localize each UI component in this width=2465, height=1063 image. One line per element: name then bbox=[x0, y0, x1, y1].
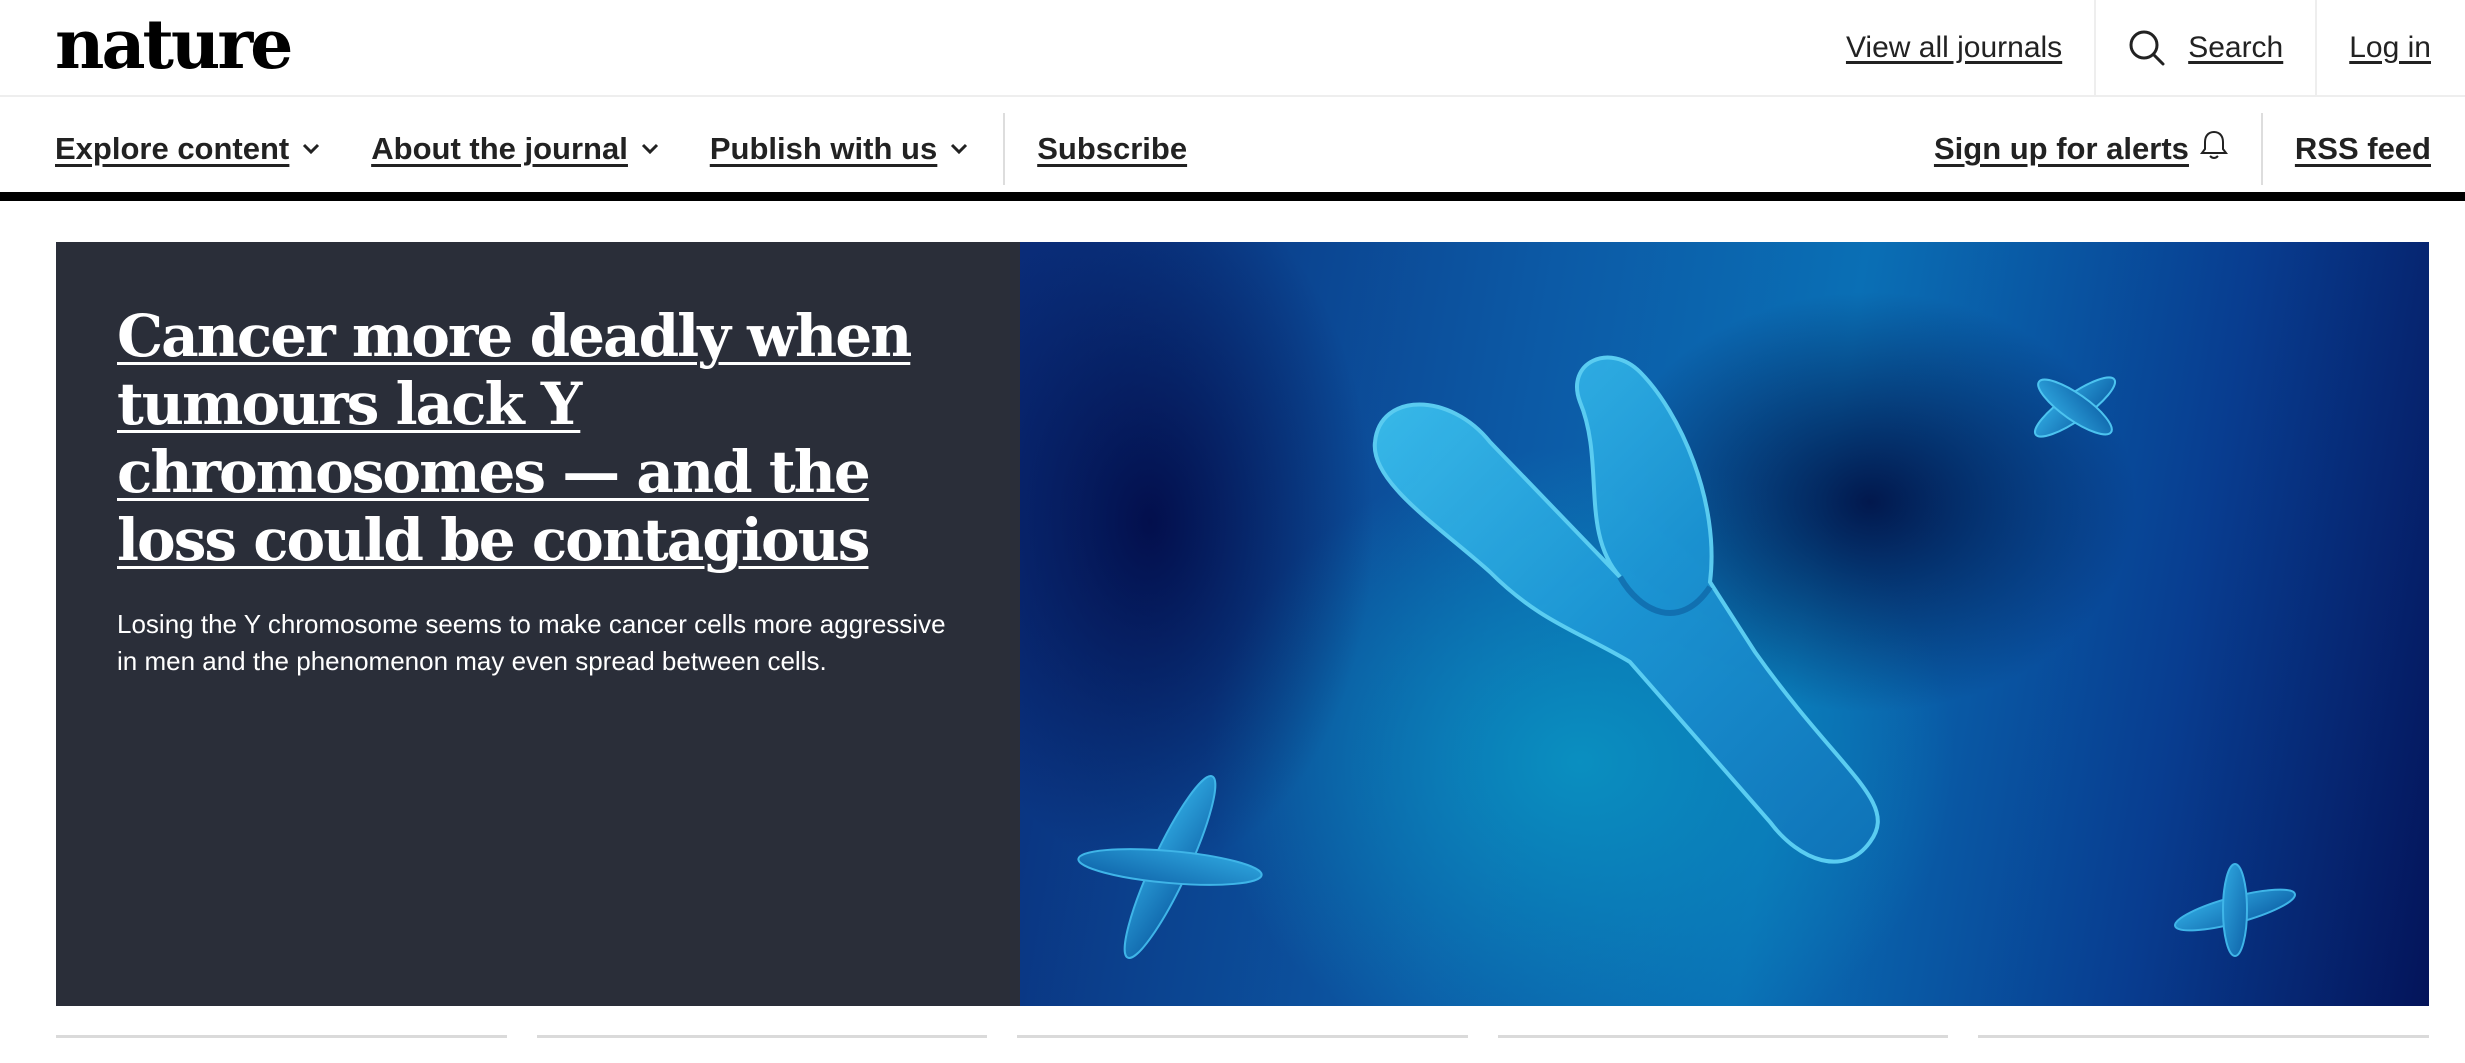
nav-item-label: About the journal bbox=[371, 131, 628, 166]
x-chromosome-bottom-right bbox=[2174, 863, 2296, 957]
article-card[interactable] bbox=[1017, 1035, 1468, 1063]
article-card[interactable] bbox=[1978, 1035, 2429, 1063]
sign-up-for-alerts-link[interactable]: Sign up for alerts bbox=[1934, 128, 2229, 170]
nav-publish-with-us[interactable]: Publish with us bbox=[710, 131, 969, 167]
y-chromosome bbox=[1372, 355, 1880, 864]
hero-summary: Losing the Y chromosome seems to make ca… bbox=[117, 609, 946, 676]
nav-left: Explore content About the journal Publis… bbox=[55, 97, 1237, 201]
divider bbox=[2315, 0, 2318, 95]
article-cards-row bbox=[56, 1035, 2429, 1063]
nav-about-the-journal[interactable]: About the journal bbox=[371, 131, 660, 167]
login-link[interactable]: Log in bbox=[2349, 31, 2431, 65]
hero-text-panel: Cancer more deadly when tumours lack Y c… bbox=[56, 242, 1020, 1006]
main-nav: Explore content About the journal Publis… bbox=[0, 97, 2465, 201]
nav-explore-content[interactable]: Explore content bbox=[55, 131, 321, 167]
top-links: View all journals Search Log in bbox=[1846, 0, 2431, 95]
x-chromosome-bottom-left bbox=[1077, 775, 1263, 959]
hero-article: Cancer more deadly when tumours lack Y c… bbox=[56, 242, 2429, 1006]
x-chromosome-top-right bbox=[2033, 376, 2117, 438]
subscribe-link[interactable]: Subscribe bbox=[1037, 131, 1187, 167]
article-card[interactable] bbox=[536, 1035, 988, 1063]
y-chromosome-illustration[interactable] bbox=[1020, 242, 2429, 1006]
search-icon bbox=[2128, 29, 2166, 67]
chevron-down-icon bbox=[949, 142, 969, 156]
rss-feed-link[interactable]: RSS feed bbox=[2295, 131, 2431, 167]
search-button[interactable]: Search bbox=[2128, 29, 2283, 67]
chromosome-artwork bbox=[1077, 355, 2296, 959]
alerts-label: Sign up for alerts bbox=[1933, 131, 2189, 166]
top-header: nature View all journals Search Log in bbox=[0, 0, 2465, 97]
nav-item-label: Explore content bbox=[55, 131, 290, 166]
bell-icon bbox=[2199, 128, 2229, 170]
chevron-down-icon bbox=[301, 142, 321, 156]
nav-right: Sign up for alerts RSS feed bbox=[1934, 97, 2431, 201]
hero-headline-link[interactable]: Cancer more deadly when tumours lack Y c… bbox=[117, 302, 960, 574]
divider bbox=[1003, 113, 1006, 185]
divider bbox=[2094, 0, 2097, 95]
search-label: Search bbox=[2188, 30, 2284, 64]
article-card[interactable] bbox=[1497, 1035, 1949, 1063]
nav-item-label: Publish with us bbox=[709, 131, 938, 166]
chevron-down-icon bbox=[640, 142, 660, 156]
article-card[interactable] bbox=[56, 1035, 507, 1063]
nature-logo[interactable]: nature bbox=[55, 2, 293, 88]
view-all-journals-link[interactable]: View all journals bbox=[1846, 31, 2062, 65]
divider bbox=[2260, 113, 2263, 185]
